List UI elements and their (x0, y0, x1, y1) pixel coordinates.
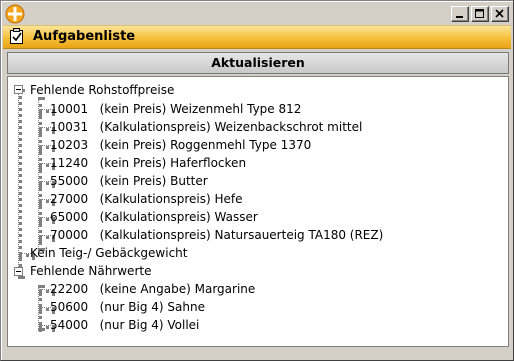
tree-item[interactable]: 10001 (kein Preis) Weizenmehl Type 812 (50, 100, 301, 118)
tree-item[interactable]: 54000 (nur Big 4) Vollei (50, 316, 199, 334)
tree-item[interactable]: 22200 (keine Angabe) Margarine (50, 280, 255, 298)
tree-group-label[interactable]: Fehlende Rohstoffpreise (30, 81, 174, 99)
tree-group-label[interactable]: Fehlende Nährwerte (30, 262, 151, 280)
maximize-icon (475, 9, 484, 18)
tree-item[interactable]: 10203 (kein Preis) Roggenmehl Type 1370 (50, 136, 311, 154)
close-icon (495, 9, 504, 18)
tree-item[interactable]: 11240 (kein Preis) Haferflocken (50, 154, 246, 172)
collapse-toggle-icon[interactable] (14, 267, 23, 276)
task-tree: Fehlende Rohstoffpreise 10001 (kein Prei… (7, 76, 509, 347)
panel-title: Aufgabenliste (33, 29, 136, 44)
tree-item[interactable]: 27000 (Kalkulationspreis) Hefe (50, 190, 243, 208)
app-logo-icon (5, 4, 25, 24)
tree-item[interactable]: 70000 (Kalkulationspreis) Natursauerteig… (50, 226, 383, 244)
refresh-button[interactable]: Aktualisieren (7, 52, 509, 74)
tree-group-label[interactable]: Kein Teig-/ Gebäckgewicht (30, 244, 187, 262)
panel-header: Aufgabenliste (3, 25, 511, 49)
tree-item[interactable]: 65000 (Kalkulationspreis) Wasser (50, 208, 258, 226)
app-window: Aufgabenliste Aktualisieren Fehlende Roh… (0, 0, 514, 361)
tree-item[interactable]: 10031 (Kalkulationspreis) Weizenbackschr… (50, 118, 362, 136)
tree-item[interactable]: 50600 (nur Big 4) Sahne (50, 298, 205, 316)
collapse-toggle-icon[interactable] (14, 85, 23, 94)
task-list-icon (10, 28, 23, 44)
close-button[interactable] (491, 6, 509, 22)
minimize-icon (456, 16, 463, 18)
maximize-button[interactable] (471, 6, 489, 22)
tree-item[interactable]: 55000 (kein Preis) Butter (50, 172, 208, 190)
title-bar[interactable] (3, 3, 511, 25)
minimize-button[interactable] (451, 6, 469, 22)
